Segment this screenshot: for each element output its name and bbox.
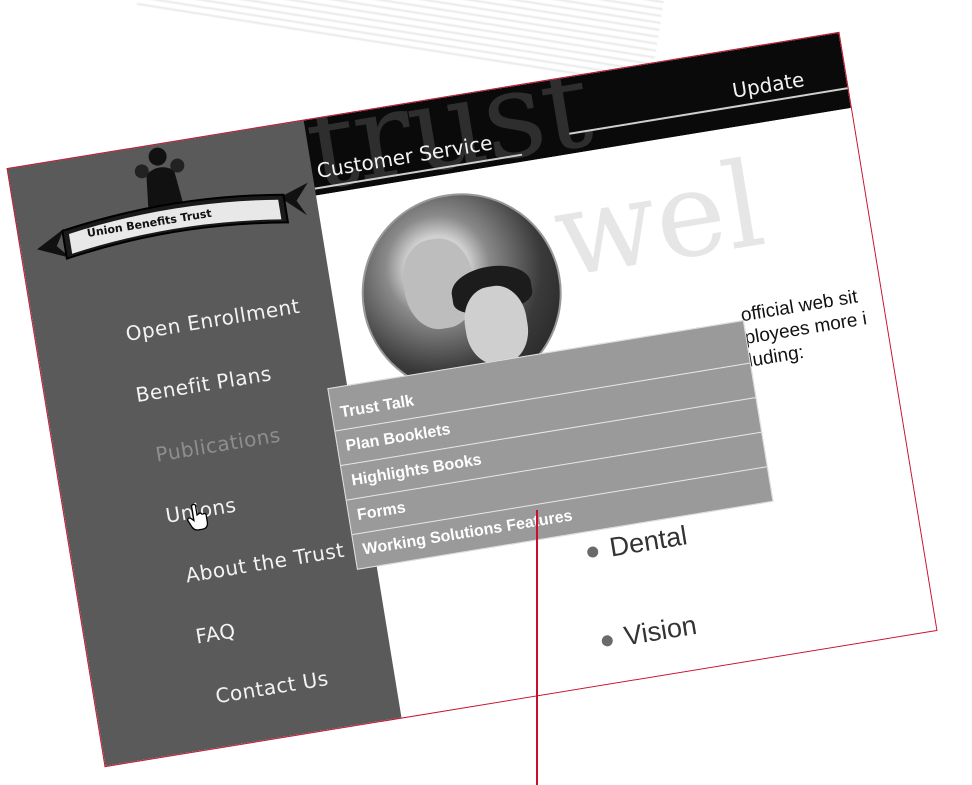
list-item-label: Vision bbox=[621, 609, 699, 652]
sidebar-item-publications[interactable]: Publications bbox=[154, 423, 282, 467]
sidebar-item-about-the-trust[interactable]: About the Trust bbox=[184, 538, 346, 588]
menu-item-label: Forms bbox=[355, 499, 407, 524]
union-benefits-trust-logo[interactable]: Union Benefits Trust bbox=[18, 124, 322, 279]
sidebar-item-faq[interactable]: FAQ bbox=[194, 618, 238, 648]
bullet-dot-icon bbox=[601, 634, 614, 648]
sidebar-item-links[interactable]: Links bbox=[234, 735, 291, 767]
sidebar-item-contact-us[interactable]: Contact Us bbox=[214, 666, 331, 708]
hand-pointer-cursor-icon bbox=[187, 503, 209, 531]
sidebar-item-open-enrollment[interactable]: Open Enrollment bbox=[124, 294, 302, 346]
annotation-callout-line bbox=[536, 510, 538, 785]
sidebar-item-benefit-plans[interactable]: Benefit Plans bbox=[134, 361, 273, 407]
list-item: Vision bbox=[599, 610, 699, 656]
bullet-dot-icon bbox=[586, 546, 600, 559]
menu-item-label: Trust Talk bbox=[339, 392, 416, 422]
website-screenshot: trust Customer Service Update wel offici… bbox=[6, 31, 938, 768]
welcome-watermark: wel bbox=[544, 134, 773, 305]
intro-text: official web sit ployees more i luding: bbox=[739, 285, 872, 373]
